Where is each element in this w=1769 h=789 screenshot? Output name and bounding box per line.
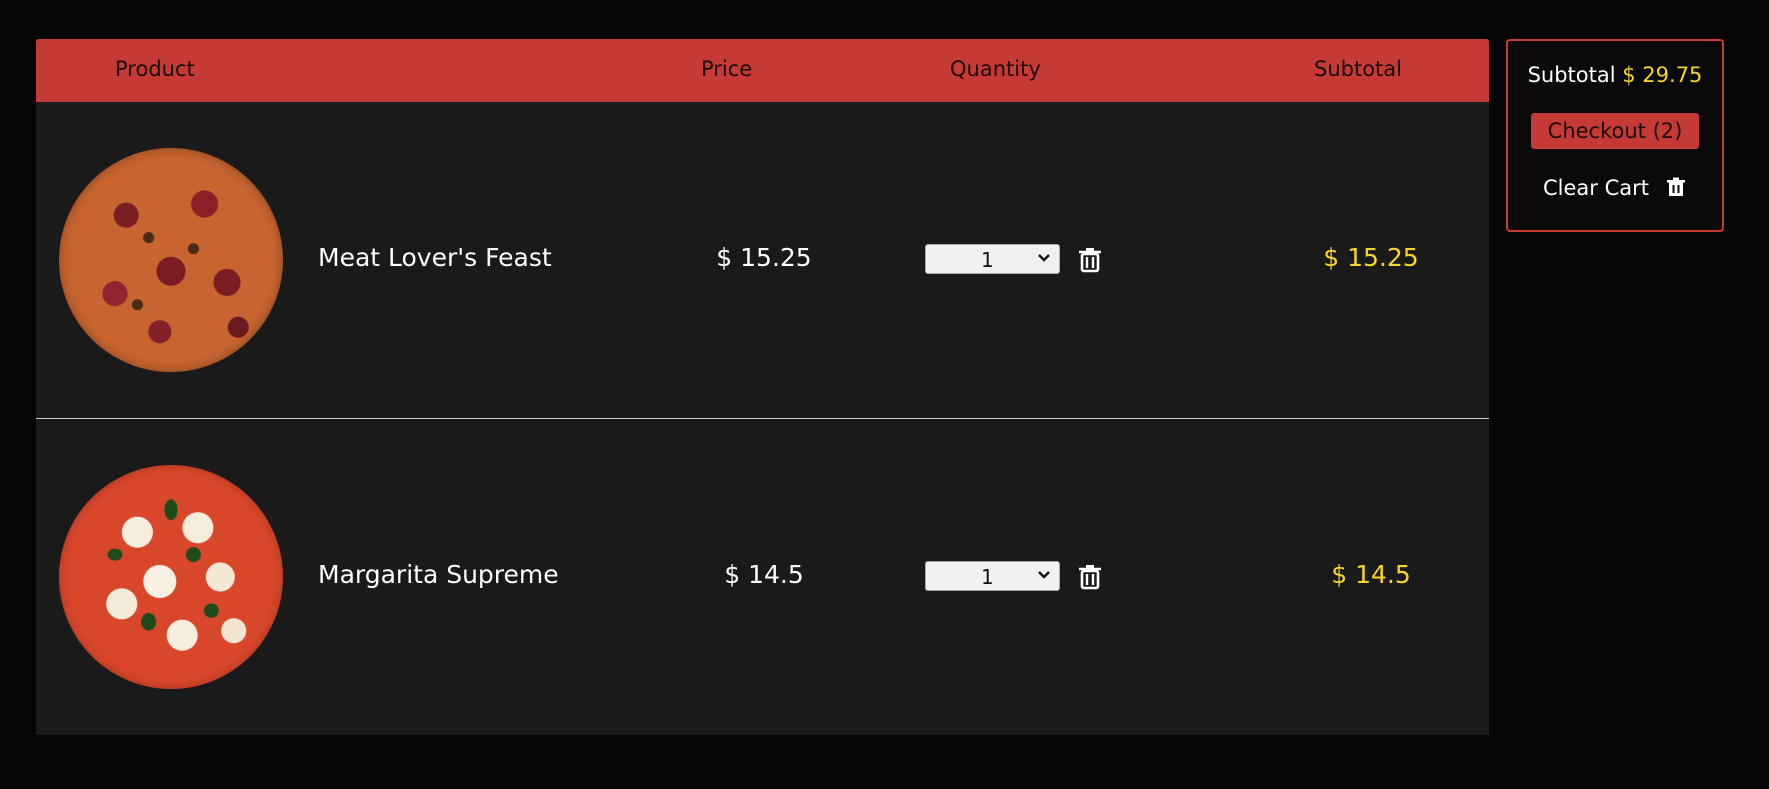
header-product: Product — [115, 57, 195, 81]
trash-icon[interactable] — [1076, 246, 1104, 274]
table-row: Margarita Supreme $ 14.5 1 $ 14.5 — [36, 419, 1489, 735]
quantity-value: 1 — [981, 248, 994, 272]
header-quantity: Quantity — [950, 57, 1041, 81]
summary-subtotal-label: Subtotal — [1527, 63, 1616, 87]
product-name: Meat Lover's Feast — [318, 243, 552, 272]
product-image — [59, 465, 283, 689]
row-subtotal: $ 15.25 — [1323, 243, 1419, 272]
trash-icon[interactable] — [1076, 563, 1104, 591]
table-row: Meat Lover's Feast $ 15.25 1 $ 15.25 — [36, 102, 1489, 419]
product-price: $ 15.25 — [716, 243, 812, 272]
clear-cart-button[interactable]: Clear Cart — [1543, 176, 1686, 200]
trash-icon — [1666, 177, 1685, 196]
quantity-value: 1 — [981, 565, 994, 589]
quantity-select[interactable]: 1 — [925, 244, 1060, 274]
product-name: Margarita Supreme — [318, 560, 559, 589]
summary-subtotal: Subtotal $ 29.75 — [1508, 63, 1722, 87]
clear-cart-label: Clear Cart — [1543, 176, 1649, 200]
quantity-select[interactable]: 1 — [925, 561, 1060, 591]
product-image — [59, 148, 283, 372]
cart-table: Product Price Quantity Subtotal Meat Lov… — [36, 39, 1489, 735]
header-subtotal: Subtotal — [1314, 57, 1402, 81]
cart-summary: Subtotal $ 29.75 Checkout (2) Clear Cart — [1506, 39, 1724, 232]
chevron-down-icon — [1038, 254, 1050, 262]
cart-table-header: Product Price Quantity Subtotal — [36, 39, 1489, 102]
checkout-button[interactable]: Checkout (2) — [1531, 113, 1699, 149]
chevron-down-icon — [1038, 571, 1050, 579]
summary-subtotal-value: $ 29.75 — [1622, 63, 1703, 87]
product-price: $ 14.5 — [724, 560, 804, 589]
row-subtotal: $ 14.5 — [1331, 560, 1411, 589]
header-price: Price — [701, 57, 753, 81]
